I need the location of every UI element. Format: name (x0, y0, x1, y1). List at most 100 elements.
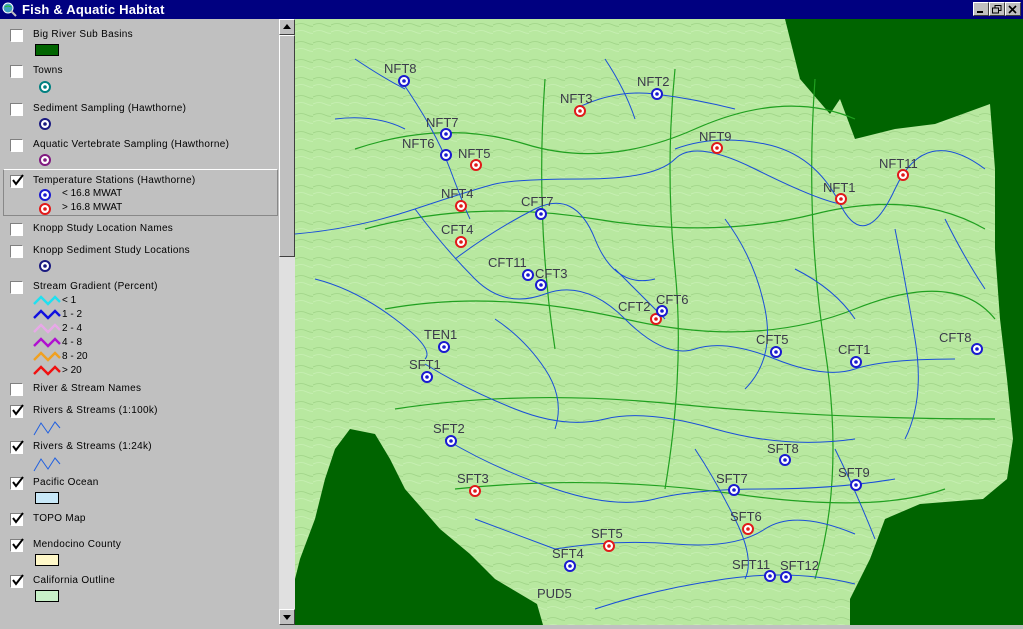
station-label: SFT4 (552, 546, 584, 561)
station-marker-dot (473, 489, 477, 493)
station-marker-dot (854, 360, 858, 364)
station-marker-dot (442, 345, 446, 349)
scroll-down-button[interactable] (279, 609, 295, 625)
station-label: SFT8 (767, 441, 799, 456)
station-marker-dot (444, 132, 448, 136)
station-label: CFT4 (441, 222, 474, 237)
globe-search-icon (2, 2, 17, 17)
station-label: CFT1 (838, 342, 871, 357)
county-swatch (35, 554, 59, 566)
layer-checkbox[interactable] (10, 383, 23, 396)
ocean-swatch (35, 492, 59, 504)
station-label: SFT1 (409, 357, 441, 372)
california-swatch (35, 590, 59, 602)
layer-checkbox[interactable] (10, 281, 23, 294)
gradient-swatches (33, 295, 61, 376)
station-label: NFT11 (879, 156, 918, 171)
layer-name: Sediment Sampling (Hawthorne) (33, 103, 187, 114)
station-marker-dot (607, 544, 611, 548)
station-marker-dot (784, 575, 788, 579)
layer-name: Towns (33, 65, 63, 76)
layer-checkbox[interactable] (10, 512, 24, 526)
station-label: CFT7 (521, 194, 554, 209)
legend-scrollbar[interactable] (279, 19, 295, 625)
layer-checkbox[interactable] (10, 440, 24, 454)
layer-checkbox[interactable] (10, 139, 23, 152)
arrow-up-icon (283, 24, 291, 29)
station-label: NFT9 (699, 129, 732, 144)
map-view[interactable]: NFT8 NFT2 NFT3 NFT7 NFT6 NFT5 NFT9 NFT11 NFT1 NFT… (295, 19, 1023, 625)
layer-checkbox[interactable] (10, 574, 24, 588)
layer-checkbox[interactable] (10, 65, 23, 78)
station-marker-dot (746, 527, 750, 531)
station-label: CFT6 (656, 292, 689, 307)
restore-icon (992, 5, 1002, 14)
layer-name: River & Stream Names (33, 383, 142, 394)
legend-class-label: 1 - 2 (62, 309, 83, 320)
layer-name: California Outline (33, 575, 116, 586)
scroll-up-button[interactable] (279, 19, 295, 35)
low-mwat-marker-icon (39, 189, 51, 201)
stream-line-icon (33, 457, 61, 472)
legend-class-label: > 20 (62, 365, 82, 376)
station-label: CFT2 (618, 299, 651, 314)
legend-class-label: > 16.8 MWAT (62, 202, 123, 213)
scroll-thumb[interactable] (279, 35, 295, 257)
pud-label: PUD5 (537, 586, 572, 601)
station-marker-dot (449, 439, 453, 443)
station-label: SFT2 (433, 421, 465, 436)
station-label: NFT2 (637, 74, 670, 89)
station-marker-dot (839, 197, 843, 201)
station-label: NFT3 (560, 91, 593, 106)
layer-checkbox[interactable] (10, 29, 23, 42)
layer-name: Rivers & Streams (1:100k) (33, 405, 158, 416)
legend-class-label: < 1 (62, 295, 77, 306)
station-marker-dot (425, 375, 429, 379)
station-label: CFT8 (939, 330, 972, 345)
station-marker-dot (783, 458, 787, 462)
station-marker-dot (768, 574, 772, 578)
stream-line-icon (33, 421, 61, 436)
station-marker-dot (539, 283, 543, 287)
station-label: NFT5 (458, 146, 491, 161)
station-marker-dot (975, 347, 979, 351)
layer-name: Stream Gradient (Percent) (33, 281, 158, 292)
station-marker-dot (578, 109, 582, 113)
station-label: SFT7 (716, 471, 748, 486)
layer-checkbox[interactable] (10, 174, 24, 188)
station-label: SFT9 (838, 465, 870, 480)
station-marker-dot (854, 483, 858, 487)
station-label: NFT8 (384, 61, 417, 76)
legend-class-label: 4 - 8 (62, 337, 83, 348)
layer-checkbox[interactable] (10, 404, 24, 418)
layer-checkbox[interactable] (10, 103, 23, 116)
station-marker-dot (901, 173, 905, 177)
knopp-marker-icon (39, 260, 51, 272)
station-marker-dot (402, 79, 406, 83)
station-marker-dot (732, 488, 736, 492)
layer-checkbox[interactable] (10, 245, 23, 258)
station-marker-dot (654, 317, 658, 321)
station-label: NFT6 (402, 136, 435, 151)
close-button[interactable] (1005, 2, 1021, 16)
layer-checkbox[interactable] (10, 223, 23, 236)
minimize-icon (977, 11, 983, 13)
checkmark-icon (12, 174, 24, 186)
map-canvas[interactable]: NFT8 NFT2 NFT3 NFT7 NFT6 NFT5 NFT9 NFT11 NFT1 NFT… (295, 19, 1023, 625)
layer-checkbox[interactable] (10, 538, 24, 552)
station-label: CFT5 (756, 332, 789, 347)
layer-name: Knopp Study Location Names (33, 223, 174, 234)
station-marker-dot (655, 92, 659, 96)
checkmark-icon (12, 440, 24, 452)
restore-button[interactable] (989, 2, 1005, 16)
station-marker-dot (526, 273, 530, 277)
checkmark-icon (12, 404, 24, 416)
window-title-bar: Fish & Aquatic Habitat (0, 0, 1023, 19)
layer-name: Aquatic Vertebrate Sampling (Hawthorne) (33, 139, 230, 150)
checkmark-icon (12, 512, 24, 524)
layer-name: Rivers & Streams (1:24k) (33, 441, 152, 452)
layer-checkbox[interactable] (10, 476, 24, 490)
legend-panel: Big River Sub Basins Towns Sediment Samp… (0, 19, 279, 625)
station-marker-dot (444, 153, 448, 157)
minimize-button[interactable] (973, 2, 989, 16)
